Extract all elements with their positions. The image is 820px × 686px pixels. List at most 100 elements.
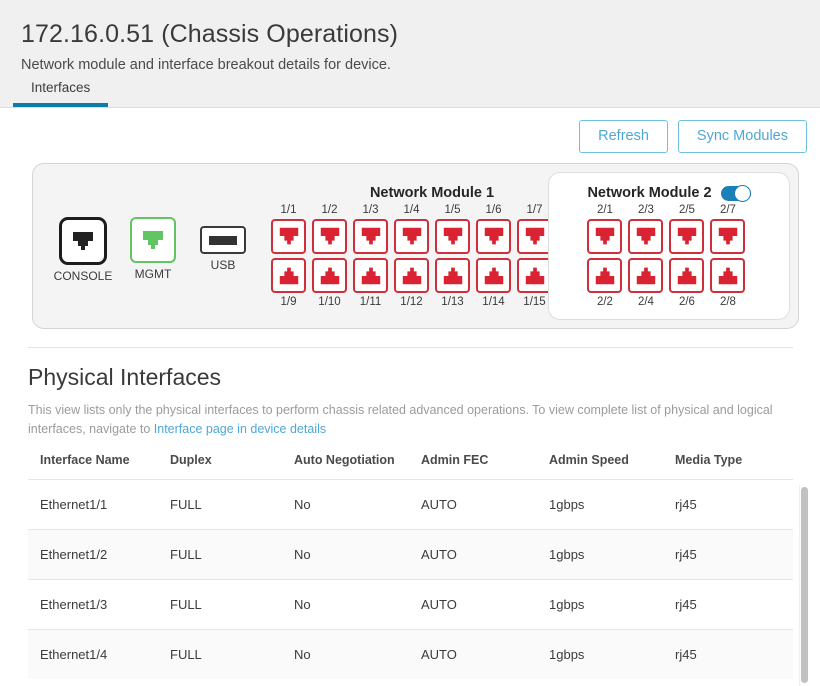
port-1-9[interactable] — [271, 258, 306, 293]
physical-interfaces-title: Physical Interfaces — [28, 364, 820, 391]
action-bar: Refresh Sync Modules — [0, 108, 820, 153]
column-header-admin-speed[interactable]: Admin Speed — [537, 453, 663, 480]
port-1-6[interactable] — [476, 219, 511, 254]
port-1-7[interactable] — [517, 219, 552, 254]
cell-interface-name: Ethernet1/4 — [28, 630, 158, 680]
column-header-admin-fec[interactable]: Admin FEC — [409, 453, 537, 480]
network-module-1-title: Network Module 1 — [271, 185, 593, 201]
column-header-media-type[interactable]: Media Type — [663, 453, 793, 480]
page-subtitle: Network module and interface breakout de… — [21, 55, 820, 75]
port-2-4[interactable] — [628, 258, 663, 293]
port-1-10[interactable] — [312, 258, 347, 293]
port-1-11[interactable] — [353, 258, 388, 293]
scrollbar-thumb[interactable] — [801, 487, 808, 683]
rj45-mgmt-icon — [130, 217, 176, 263]
cell-auto-negotiation: No — [282, 580, 409, 630]
cell-media-type: rj45 — [663, 580, 793, 630]
port-2-8[interactable] — [710, 258, 745, 293]
cell-media-type: rj45 — [663, 480, 793, 530]
cell-media-type: rj45 — [663, 630, 793, 680]
port-column: 1/51/13 — [435, 203, 470, 309]
port-label-top: 1/3 — [363, 203, 379, 217]
table-scrollbar[interactable] — [799, 485, 809, 686]
network-module-2-ports: 2/12/22/32/42/52/62/72/8 — [587, 203, 750, 309]
cell-admin-speed: 1gbps — [537, 630, 663, 680]
tab-interfaces[interactable]: Interfaces — [13, 74, 108, 107]
port-label-top: 2/3 — [638, 203, 654, 217]
network-module-2-toggle[interactable] — [721, 186, 751, 201]
port-column: 1/4 1/12 — [394, 203, 429, 309]
rj45-console-icon — [59, 217, 107, 265]
column-header-duplex[interactable]: Duplex — [158, 453, 282, 480]
network-module-1-ports: 1/11/91/21/101/31/111/41/121/51/131/61/1… — [271, 203, 593, 309]
cell-admin-fec: AUTO — [409, 630, 537, 680]
cell-duplex: FULL — [158, 580, 282, 630]
port-label-top: 1/7 — [527, 203, 543, 217]
port-label-top: 1/2 — [322, 203, 338, 217]
port-label-bottom: 2/2 — [597, 295, 613, 309]
usb-port-icon — [200, 226, 246, 254]
port-2-2[interactable] — [587, 258, 622, 293]
interface-page-link[interactable]: Interface page in device details — [154, 422, 326, 436]
cell-duplex: FULL — [158, 630, 282, 680]
cell-duplex: FULL — [158, 530, 282, 580]
port-1-3[interactable] — [353, 219, 388, 254]
table-row[interactable]: Ethernet1/3FULLNoAUTO1gbpsrj45 — [28, 580, 793, 630]
port-label-bottom: 1/12 — [400, 295, 422, 309]
port-1-5[interactable] — [435, 219, 470, 254]
usb-port[interactable]: USB — [199, 217, 247, 272]
port-1-15[interactable] — [517, 258, 552, 293]
port-label-top: 2/7 — [720, 203, 736, 217]
refresh-button[interactable]: Refresh — [579, 120, 668, 153]
port-1-13[interactable] — [435, 258, 470, 293]
table-header-row: Interface Name Duplex Auto Negotiation A… — [28, 453, 793, 480]
page-title: 172.16.0.51 (Chassis Operations) — [21, 18, 820, 50]
console-port[interactable]: CONSOLE — [59, 217, 107, 283]
port-label-top: 2/5 — [679, 203, 695, 217]
port-2-1[interactable] — [587, 219, 622, 254]
port-label-bottom: 1/11 — [360, 295, 382, 309]
tab-bar: Interfaces — [13, 74, 108, 107]
network-module-2-title-text: Network Module 2 — [587, 185, 711, 201]
port-2-6[interactable] — [669, 258, 704, 293]
cell-interface-name: Ethernet1/3 — [28, 580, 158, 630]
port-column: 2/3 2/4 — [628, 203, 663, 309]
port-column: 2/5 2/6 — [669, 203, 704, 309]
port-2-3[interactable] — [628, 219, 663, 254]
console-port-label: CONSOLE — [54, 269, 113, 283]
column-header-interface-name[interactable]: Interface Name — [28, 453, 158, 480]
page-header: 172.16.0.51 (Chassis Operations) Network… — [0, 0, 820, 108]
port-column: 1/3 1/11 — [353, 203, 388, 309]
network-module-2: Network Module 2 2/12/22/32/42/52/62/72/… — [587, 185, 750, 309]
port-label-bottom: 2/4 — [638, 295, 654, 309]
chassis-diagram: CONSOLE MGMT USB Network Module 1 1/11/9… — [32, 163, 799, 329]
port-2-7[interactable] — [710, 219, 745, 254]
sync-modules-button[interactable]: Sync Modules — [678, 120, 807, 153]
network-module-1: Network Module 1 1/11/91/21/101/31/111/4… — [271, 185, 593, 309]
port-1-2[interactable] — [312, 219, 347, 254]
mgmt-port[interactable]: MGMT — [129, 217, 177, 281]
table-row[interactable]: Ethernet1/4FULLNoAUTO1gbpsrj45 — [28, 630, 793, 680]
toggle-knob — [734, 185, 751, 202]
physical-interfaces-table: Interface Name Duplex Auto Negotiation A… — [28, 453, 793, 679]
port-1-1[interactable] — [271, 219, 306, 254]
port-column: 1/11/9 — [271, 203, 306, 309]
cell-interface-name: Ethernet1/2 — [28, 530, 158, 580]
table-row[interactable]: Ethernet1/1FULLNoAUTO1gbpsrj45 — [28, 480, 793, 530]
port-1-4[interactable] — [394, 219, 429, 254]
port-label-bottom: 2/8 — [720, 295, 736, 309]
port-column: 1/7 1/15 — [517, 203, 552, 309]
port-label-top: 1/1 — [281, 203, 297, 217]
cell-media-type: rj45 — [663, 530, 793, 580]
port-1-12[interactable] — [394, 258, 429, 293]
port-label-top: 1/4 — [404, 203, 420, 217]
column-header-auto-negotiation[interactable]: Auto Negotiation — [282, 453, 409, 480]
port-label-bottom: 1/15 — [523, 295, 545, 309]
port-1-14[interactable] — [476, 258, 511, 293]
physical-interfaces-table-wrap: Interface Name Duplex Auto Negotiation A… — [28, 453, 800, 679]
table-row[interactable]: Ethernet1/2FULLNoAUTO1gbpsrj45 — [28, 530, 793, 580]
port-label-bottom: 2/6 — [679, 295, 695, 309]
network-module-2-title: Network Module 2 — [587, 185, 750, 201]
port-2-5[interactable] — [669, 219, 704, 254]
mgmt-port-label: MGMT — [135, 267, 172, 281]
